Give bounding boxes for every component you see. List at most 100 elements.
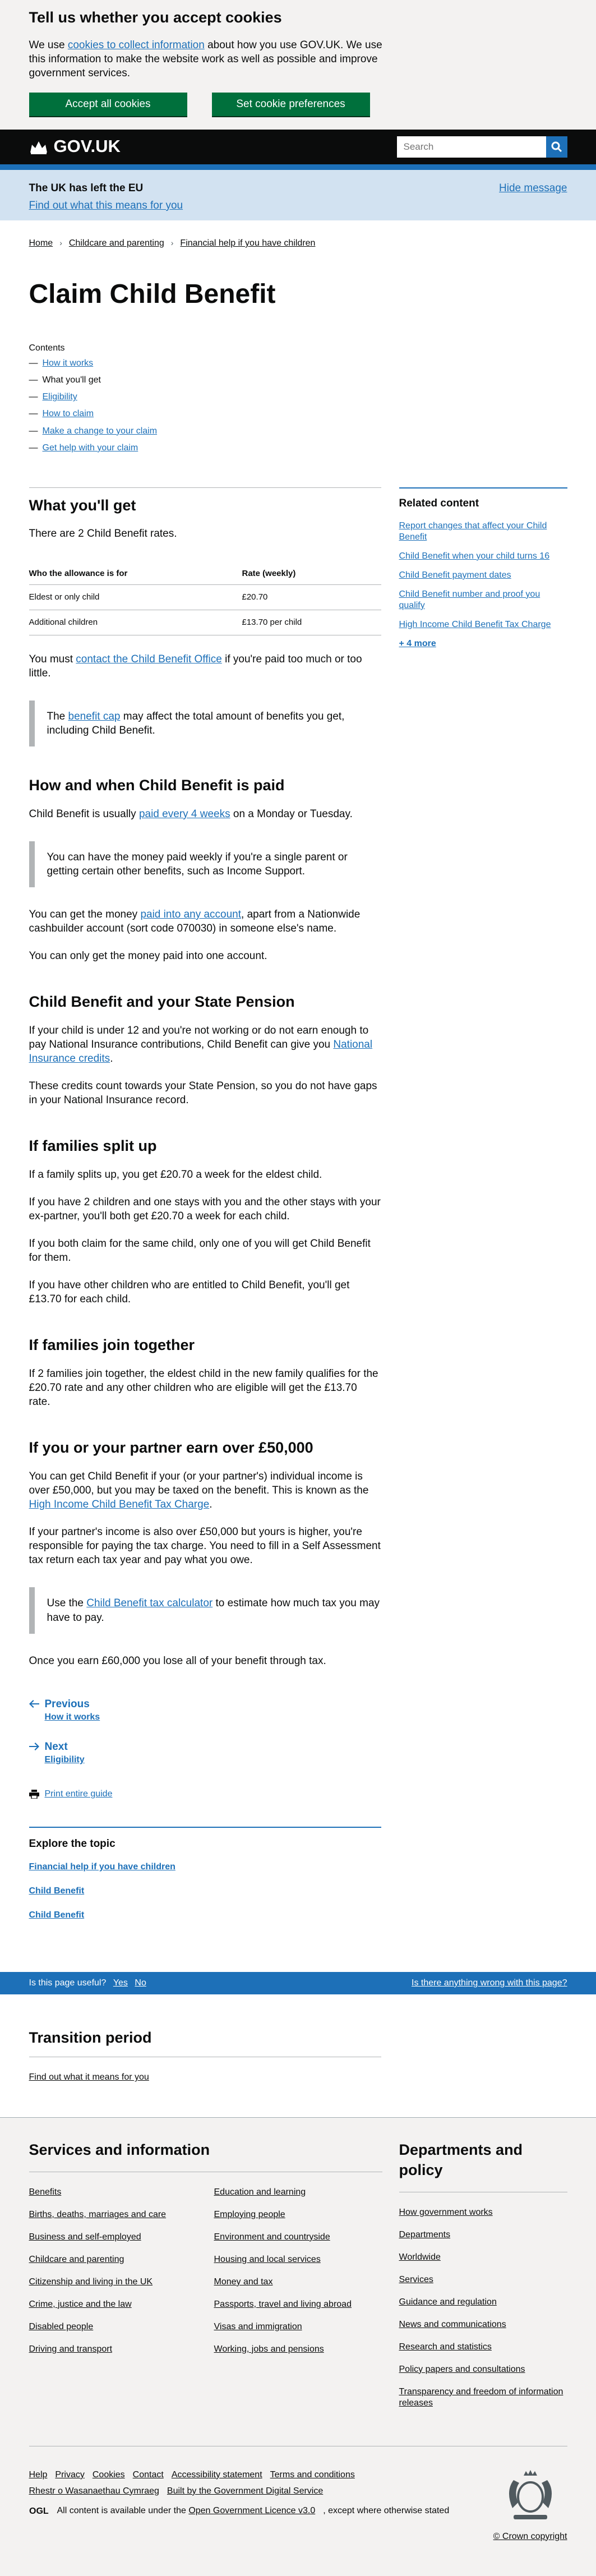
footer-service-link[interactable]: Passports, travel and living abroad bbox=[214, 2299, 352, 2309]
next-page-link[interactable]: Next bbox=[29, 1740, 381, 1754]
explore-link[interactable]: Child Benefit bbox=[29, 1885, 381, 1897]
contents-how-to-claim[interactable]: How to claim bbox=[43, 409, 94, 418]
list-item: Employing people bbox=[214, 2209, 382, 2220]
explore-link[interactable]: Financial help if you have children bbox=[29, 1861, 381, 1873]
feedback-bar: Is this page useful? Yes No Is there any… bbox=[0, 1971, 596, 1994]
list-item: Housing and local services bbox=[214, 2254, 382, 2265]
list-item: Education and learning bbox=[214, 2187, 382, 2198]
table-row: Additional children £13.70 per child bbox=[29, 610, 381, 635]
footer-department-link[interactable]: News and communications bbox=[399, 2320, 506, 2329]
tax-calculator-link[interactable]: Child Benefit tax calculator bbox=[86, 1597, 212, 1609]
table-header-row: Who the allowance is for Rate (weekly) bbox=[29, 562, 381, 586]
related-link[interactable]: Child Benefit when your child turns 16 bbox=[399, 551, 550, 561]
footer-service-link[interactable]: Crime, justice and the law bbox=[29, 2299, 132, 2309]
footer-service-link[interactable]: Working, jobs and pensions bbox=[214, 2344, 324, 2354]
list-item: Environment and countryside bbox=[214, 2232, 382, 2243]
footer-department-link[interactable]: Transparency and freedom of information … bbox=[399, 2387, 563, 2408]
print-guide-link[interactable]: Print entire guide bbox=[45, 1788, 113, 1800]
footer-service-link[interactable]: Births, deaths, marriages and care bbox=[29, 2210, 167, 2219]
arrow-left-icon bbox=[29, 1700, 39, 1708]
contents-how-it-works[interactable]: How it works bbox=[43, 358, 94, 368]
printer-icon bbox=[29, 1789, 39, 1799]
footer-link[interactable]: Built by the Government Digital Service bbox=[167, 2486, 323, 2496]
search-button[interactable] bbox=[546, 136, 567, 158]
contents-item: Make a change to your claim bbox=[29, 425, 567, 437]
footer-link[interactable]: Privacy bbox=[55, 2470, 84, 2480]
explore-link[interactable]: Child Benefit bbox=[29, 1909, 381, 1921]
paid-every-4-weeks-link[interactable]: paid every 4 weeks bbox=[139, 808, 230, 820]
licence-link[interactable]: Open Government Licence v3.0 bbox=[188, 2506, 315, 2515]
table-cell: £13.70 per child bbox=[242, 610, 381, 635]
paragraph: If 2 families join together, the eldest … bbox=[29, 1368, 378, 1408]
footer-department-link[interactable]: Guidance and regulation bbox=[399, 2297, 497, 2307]
feedback-no[interactable]: No bbox=[135, 1978, 146, 1988]
previous-page-link[interactable]: Previous bbox=[29, 1697, 381, 1711]
section-heading: Child Benefit and your State Pension bbox=[29, 993, 295, 1011]
footer-link[interactable]: Terms and conditions bbox=[270, 2470, 355, 2480]
footer-department-link[interactable]: How government works bbox=[399, 2208, 493, 2217]
search-input[interactable] bbox=[396, 136, 546, 158]
breadcrumb-childcare[interactable]: Childcare and parenting bbox=[69, 237, 164, 249]
footer-link[interactable]: Accessibility statement bbox=[172, 2470, 262, 2480]
more-related-link[interactable]: + 4 more bbox=[399, 639, 436, 648]
main-content: What you'll get There are 2 Child Benefi… bbox=[29, 487, 381, 1955]
benefit-cap-link[interactable]: benefit cap bbox=[68, 711, 121, 722]
accept-cookies-button[interactable]: Accept all cookies bbox=[29, 92, 187, 116]
footer-service-link[interactable]: Housing and local services bbox=[214, 2255, 321, 2264]
footer-department-link[interactable]: Policy papers and consultations bbox=[399, 2365, 525, 2374]
related-link[interactable]: High Income Child Benefit Tax Charge bbox=[399, 620, 551, 629]
tax-charge-link[interactable]: High Income Child Benefit Tax Charge bbox=[29, 1499, 210, 1510]
feedback-yes[interactable]: Yes bbox=[113, 1978, 128, 1988]
footer-service-link[interactable]: Money and tax bbox=[214, 2277, 273, 2287]
list-item: Passports, travel and living abroad bbox=[214, 2299, 382, 2310]
crown-copyright: © Crown copyright bbox=[493, 2469, 567, 2542]
previous-page-title[interactable]: How it works bbox=[29, 1711, 381, 1723]
cookie-preferences-button[interactable]: Set cookie preferences bbox=[211, 92, 370, 116]
contents-item: How it works bbox=[29, 357, 567, 369]
footer-service-link[interactable]: Disabled people bbox=[29, 2322, 94, 2331]
breadcrumb-financial-help[interactable]: Financial help if you have children bbox=[180, 237, 315, 249]
next-page-title[interactable]: Eligibility bbox=[29, 1754, 381, 1766]
ogl-logo-icon: OGL bbox=[29, 2506, 49, 2515]
footer-links: Help Privacy Cookies Contact Accessibility s… bbox=[29, 2469, 450, 2481]
footer-service-link[interactable]: Childcare and parenting bbox=[29, 2255, 124, 2264]
related-link[interactable]: Child Benefit number and proof you quali… bbox=[399, 589, 540, 610]
footer-department-link[interactable]: Research and statistics bbox=[399, 2342, 492, 2352]
footer-link[interactable]: Contact bbox=[133, 2470, 164, 2480]
footer-service-link[interactable]: Benefits bbox=[29, 2187, 62, 2197]
contents-get-help[interactable]: Get help with your claim bbox=[43, 443, 138, 453]
related-link[interactable]: Report changes that affect your Child Be… bbox=[399, 521, 547, 542]
footer-department-link[interactable]: Services bbox=[399, 2275, 433, 2284]
contents-eligibility[interactable]: Eligibility bbox=[43, 392, 77, 402]
chevron-right-icon: › bbox=[59, 238, 62, 248]
list-item: How government works bbox=[399, 2207, 567, 2218]
footer-service-link[interactable]: Driving and transport bbox=[29, 2344, 113, 2354]
govuk-logo[interactable]: GOV.UK bbox=[29, 135, 121, 158]
hide-message-link[interactable]: Hide message bbox=[499, 181, 567, 195]
eu-link[interactable]: Find out what this means for you bbox=[29, 200, 183, 211]
footer-service-link[interactable]: Business and self-employed bbox=[29, 2232, 141, 2242]
footer-link[interactable]: Help bbox=[29, 2470, 48, 2480]
footer-link[interactable]: Cookies bbox=[93, 2470, 125, 2480]
list-item: Births, deaths, marriages and care bbox=[29, 2209, 197, 2220]
transition-link[interactable]: Find out what it means for you bbox=[29, 2072, 149, 2082]
footer-service-link[interactable]: Citizenship and living in the UK bbox=[29, 2277, 153, 2287]
footer-department-link[interactable]: Worldwide bbox=[399, 2252, 441, 2262]
copyright-link[interactable]: © Crown copyright bbox=[493, 2531, 567, 2542]
related-link[interactable]: Child Benefit payment dates bbox=[399, 570, 511, 580]
footer-service-link[interactable]: Education and learning bbox=[214, 2187, 306, 2197]
footer-link[interactable]: Rhestr o Wasanaethau Cymraeg bbox=[29, 2486, 159, 2496]
footer-service-link[interactable]: Visas and immigration bbox=[214, 2322, 302, 2331]
paragraph: There are 2 Child Benefit rates. bbox=[29, 528, 177, 540]
contact-office-link[interactable]: contact the Child Benefit Office bbox=[76, 653, 222, 665]
footer-service-link[interactable]: Environment and countryside bbox=[214, 2232, 330, 2242]
paid-into-account-link[interactable]: paid into any account bbox=[140, 909, 241, 920]
breadcrumb-home[interactable]: Home bbox=[29, 237, 53, 249]
footer-service-link[interactable]: Employing people bbox=[214, 2210, 285, 2219]
contents-make-change[interactable]: Make a change to your claim bbox=[43, 426, 158, 436]
cookies-link[interactable]: cookies to collect information bbox=[68, 39, 205, 51]
table-cell: Eldest or only child bbox=[29, 584, 242, 611]
pagination: Previous How it works Next Eligibility bbox=[29, 1697, 381, 1766]
footer-department-link[interactable]: Departments bbox=[399, 2230, 451, 2239]
report-problem-link[interactable]: Is there anything wrong with this page? bbox=[412, 1977, 567, 1989]
